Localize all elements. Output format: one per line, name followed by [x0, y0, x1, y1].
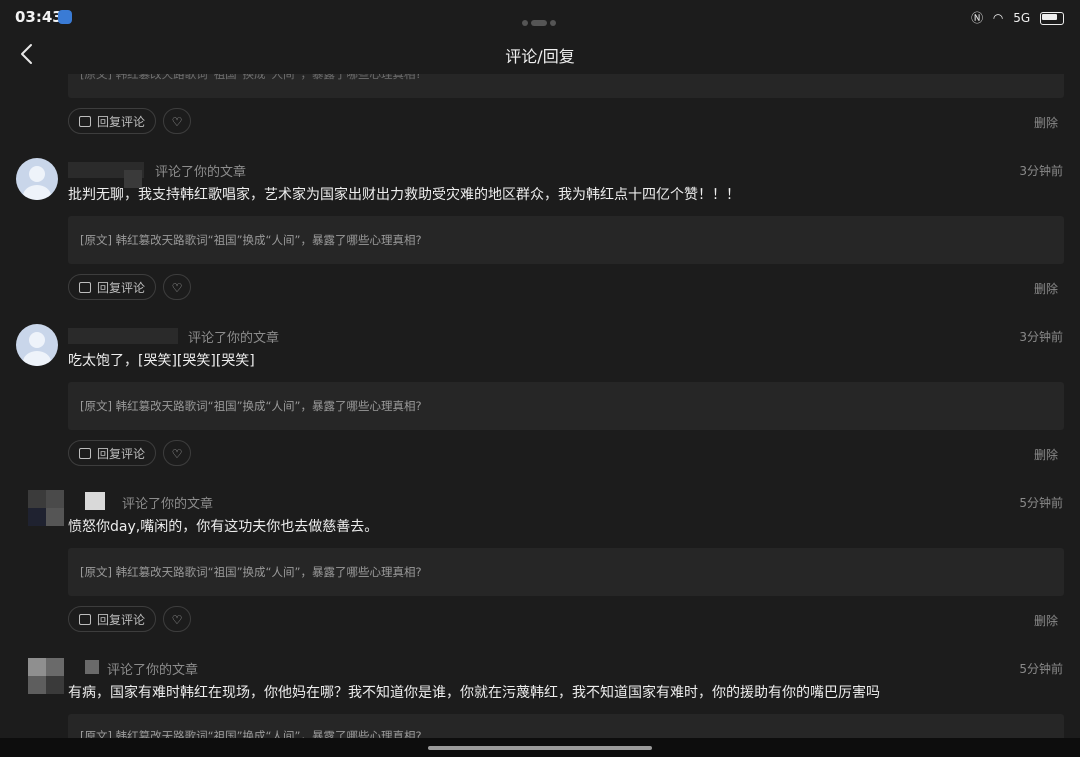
comment-text: 有病，国家有难时韩红在现场，你他妈在哪？我不知道你是谁，你就在污蔑韩红，我不知道… [68, 685, 880, 701]
article-quote[interactable]: [原文] 韩红篡改天路歌词“祖国”换成“人间”，暴露了哪些心理真相? [68, 216, 1064, 264]
comment-icon [79, 116, 91, 127]
cellular-signal-icon: 5G [1013, 11, 1031, 25]
comment-action: 评论了你的文章 [107, 663, 199, 678]
article-quote[interactable]: [原文] 韩红篡改天路歌词“祖国”换成“人间”，暴露了哪些心理真相? [68, 382, 1064, 430]
reply-comment-button[interactable]: 回复评论 [68, 108, 157, 134]
comment-time: 5分钟前 [1019, 496, 1063, 510]
article-quote[interactable]: [原文] 韩红篡改天路歌词“祖国”换成“人间”，暴露了哪些心理真相? [68, 714, 1064, 738]
page-title: 评论/回复 [505, 47, 575, 66]
delete-button[interactable]: 删除 [1034, 612, 1058, 629]
comment-text: 吃太饱了，[哭笑][哭笑][哭笑] [68, 353, 255, 369]
like-button[interactable]: ♡ [163, 440, 191, 466]
article-quote[interactable]: [原文] 韩红篡改天路歌词“祖国”换成“人间”，暴露了哪些心理真相? [68, 74, 1064, 98]
username-redacted [68, 328, 178, 344]
comment-time: 3分钟前 [1019, 330, 1063, 344]
status-time: 03:43 [15, 8, 63, 26]
comment-action: 评论了你的文章 [155, 165, 247, 180]
delete-button[interactable]: 删除 [1034, 280, 1058, 297]
comment-text: 批判无聊，我支持韩红歌唱家，艺术家为国家出财出力救助受灾难的地区群众，我为韩红点… [68, 187, 740, 203]
app-notification-icon [58, 10, 72, 24]
comment-icon [79, 448, 91, 459]
article-quote[interactable]: [原文] 韩红篡改天路歌词“祖国”换成“人间”，暴露了哪些心理真相? [68, 548, 1064, 596]
like-button[interactable]: ♡ [163, 274, 191, 300]
reply-comment-button[interactable]: 回复评论 [68, 274, 157, 300]
comment-time: 5分钟前 [1019, 662, 1063, 676]
bottom-gesture-bar [0, 738, 1080, 757]
username-redacted [85, 492, 105, 510]
comment-text: 愤怒你day,嘴闲的，你有这功夫你也去做慈善去。 [68, 519, 379, 535]
wifi-icon: ◠ [992, 11, 1004, 25]
navigation-bar: 评论/回复 [0, 34, 1080, 74]
nfc-icon: Ⓝ [971, 11, 984, 25]
comment-list[interactable]: [原文] 韩红篡改天路歌词“祖国”换成“人间”，暴露了哪些心理真相? 回复评论 … [0, 74, 1080, 738]
username-redacted [85, 660, 99, 674]
comment-action: 评论了你的文章 [122, 497, 214, 512]
multitask-indicator[interactable] [522, 12, 559, 31]
comment-action: 评论了你的文章 [188, 331, 280, 346]
user-avatar-icon[interactable] [28, 658, 68, 698]
comment-icon [79, 614, 91, 625]
comment-icon [79, 282, 91, 293]
status-icons: Ⓝ ◠ 5G [965, 9, 1064, 26]
reply-comment-button[interactable]: 回复评论 [68, 606, 157, 632]
status-bar: 03:43 Ⓝ ◠ 5G [0, 0, 1080, 34]
user-avatar-icon[interactable] [16, 158, 58, 200]
reply-comment-button[interactable]: 回复评论 [68, 440, 157, 466]
battery-icon [1040, 12, 1064, 25]
heart-icon: ♡ [171, 115, 183, 129]
like-button[interactable]: ♡ [163, 108, 191, 134]
comment-time: 3分钟前 [1019, 164, 1063, 178]
heart-icon: ♡ [171, 613, 183, 627]
like-button[interactable]: ♡ [163, 606, 191, 632]
user-avatar-icon[interactable] [28, 490, 68, 530]
home-indicator[interactable] [428, 746, 652, 750]
delete-button[interactable]: 删除 [1034, 446, 1058, 463]
heart-icon: ♡ [171, 447, 183, 461]
heart-icon: ♡ [171, 281, 183, 295]
user-avatar-icon[interactable] [16, 324, 58, 366]
delete-button[interactable]: 删除 [1034, 114, 1058, 131]
